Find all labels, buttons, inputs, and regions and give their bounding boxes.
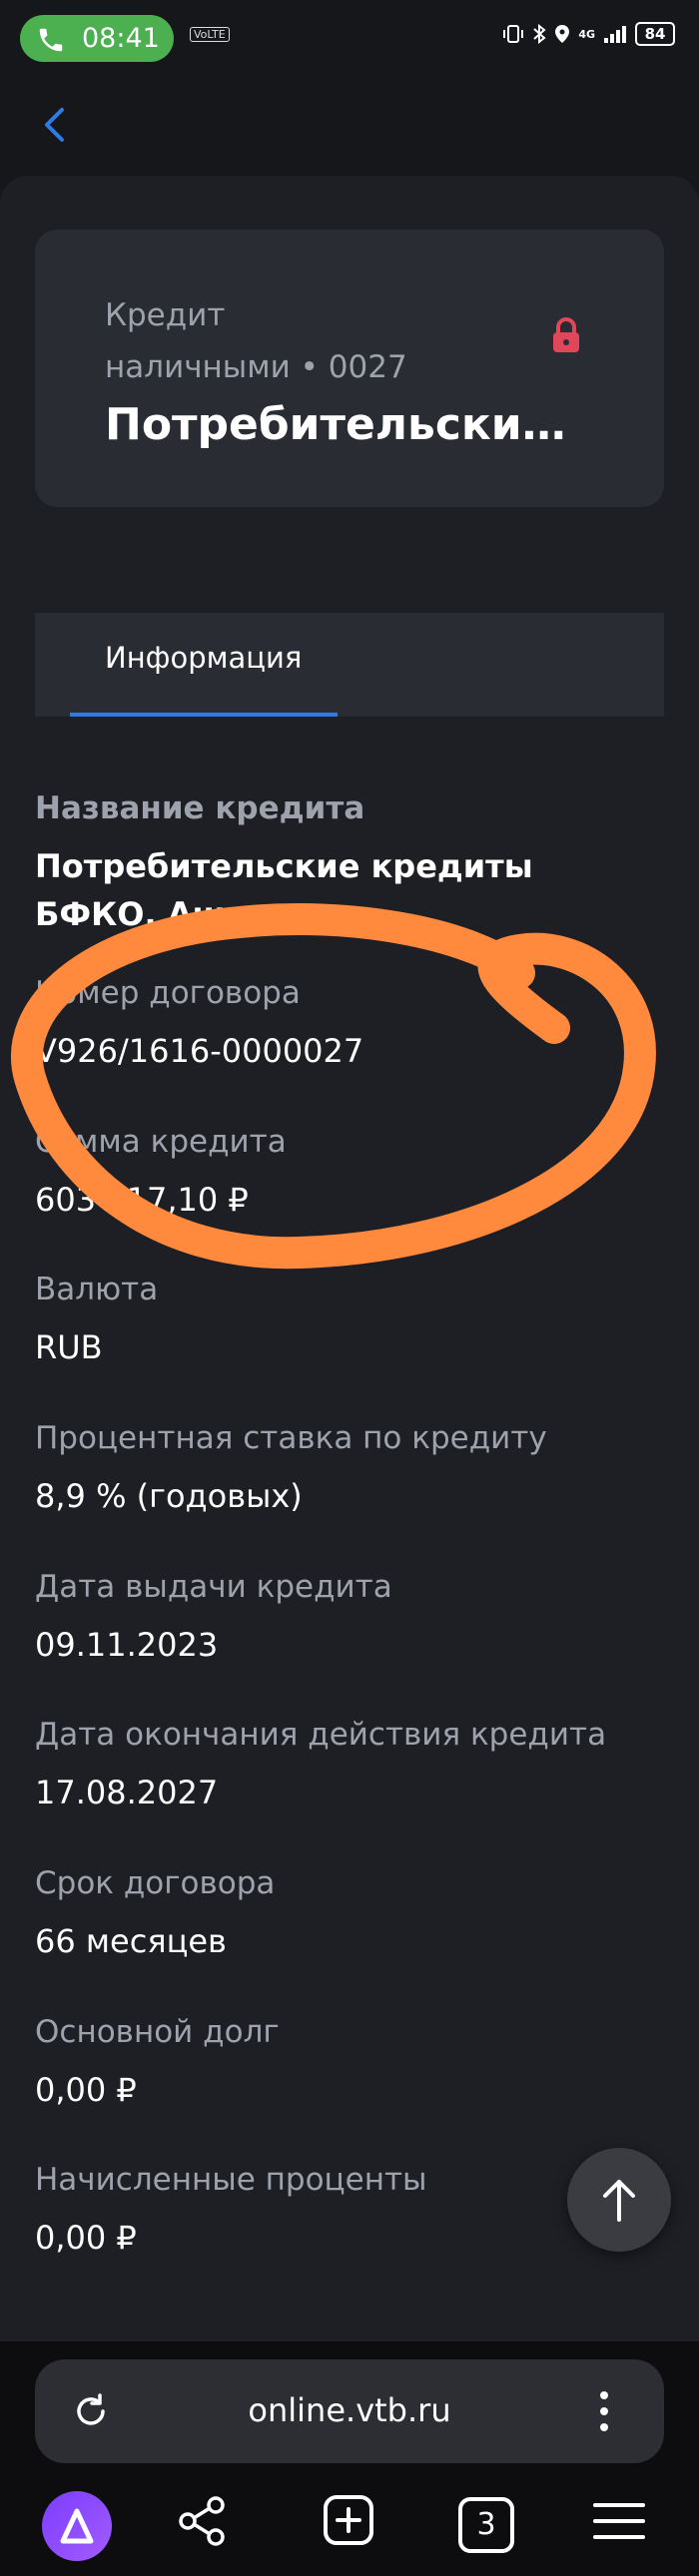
field-value: 09.11.2023: [35, 1626, 219, 1664]
field-principal-debt: Основной долг 0,00 ₽: [35, 2010, 664, 2112]
field-label: Дата окончания действия кредита: [35, 1717, 607, 1753]
status-time: 08:41: [82, 23, 160, 54]
volte-badge: VoLTE: [190, 27, 230, 42]
plus-square-icon: [324, 2495, 373, 2545]
product-name: Потребительские кредиты БФКО. Аннуитет: [105, 399, 574, 450]
field-issue-date: Дата выдачи кредита 09.11.2023: [35, 1565, 664, 1667]
field-label: Основной долг: [35, 2014, 280, 2050]
arrow-up-icon: [603, 2180, 635, 2222]
alice-assistant-button[interactable]: [42, 2491, 112, 2561]
tab-information[interactable]: Информация: [70, 613, 338, 717]
chevron-left-icon: [45, 108, 64, 142]
browser-toolbar: online.vtb.ru 3: [0, 2341, 699, 2576]
field-label: Срок договора: [35, 1865, 276, 1901]
vibrate-icon: [503, 25, 524, 43]
content-sheet: Кредит наличными • 0027 Потребительские …: [0, 176, 699, 2341]
browser-bottom-nav: 3: [0, 2491, 699, 2571]
status-bar: 08:41 VoLTE 4G 84: [0, 0, 699, 70]
network-type: 4G: [578, 27, 595, 41]
field-label: Процентная ставка по кредиту: [35, 1420, 547, 1456]
tab-bar: Информация: [35, 613, 664, 717]
field-label: Номер договора: [35, 975, 301, 1011]
field-value: Потребительские кредиты БФКО. Аннуит...: [35, 847, 533, 933]
menu-button[interactable]: [589, 2491, 669, 2571]
signal-icon: [604, 26, 626, 43]
share-icon: [179, 2496, 225, 2546]
active-tab-indicator: [70, 713, 338, 717]
address-bar[interactable]: online.vtb.ru: [35, 2359, 664, 2463]
status-icons: 4G 84: [502, 22, 675, 46]
field-value: 0,00 ₽: [35, 2219, 137, 2257]
field-currency: Валюта RUB: [35, 1268, 664, 1369]
top-bar: [0, 70, 699, 180]
ongoing-call-pill[interactable]: 08:41: [20, 15, 174, 62]
back-button[interactable]: [30, 100, 80, 150]
product-type: Кредит наличными • 0027: [105, 289, 524, 393]
field-label: Название кредита: [35, 790, 365, 826]
scroll-to-top-button[interactable]: [567, 2148, 671, 2252]
field-value: 603 217,10 ₽: [35, 1181, 249, 1219]
product-card[interactable]: Кредит наличными • 0027 Потребительские …: [35, 230, 664, 507]
field-credit-amount: Сумма кредита 603 217,10 ₽: [35, 1120, 664, 1222]
field-contract-term: Срок договора 66 месяцев: [35, 1861, 664, 1963]
more-vert-icon[interactable]: [594, 2385, 614, 2437]
battery-indicator: 84: [635, 22, 675, 46]
product-type-line1: Кредит: [105, 297, 226, 333]
field-credit-name: Название кредита Потребительские кредиты…: [35, 786, 664, 938]
field-value: 0,00 ₽: [35, 2071, 137, 2109]
hamburger-menu-icon: [593, 2503, 645, 2539]
field-value: V926/1616-0000027: [35, 1032, 364, 1070]
tabs-count-button[interactable]: 3: [458, 2497, 514, 2553]
lock-icon: [553, 317, 579, 352]
alice-icon: [60, 2508, 94, 2544]
url-text: online.vtb.ru: [248, 2391, 451, 2429]
new-tab-button[interactable]: [318, 2491, 397, 2571]
location-icon: [555, 25, 570, 43]
field-interest-rate: Процентная ставка по кредиту 8,9 % (годо…: [35, 1416, 664, 1518]
field-label: Валюта: [35, 1272, 159, 1307]
share-button[interactable]: [172, 2491, 252, 2571]
bluetooth-icon: [533, 24, 546, 44]
phone-icon: [39, 28, 63, 52]
field-value: 66 месяцев: [35, 1922, 227, 1960]
tab-information-label: Информация: [105, 641, 303, 675]
field-value: 17.08.2027: [35, 1774, 219, 1811]
product-type-line2: наличными • 0027: [105, 349, 407, 385]
field-label: Дата выдачи кредита: [35, 1569, 392, 1605]
field-value: 8,9 % (годовых): [35, 1477, 303, 1515]
field-end-date: Дата окончания действия кредита 17.08.20…: [35, 1713, 664, 1814]
field-label: Сумма кредита: [35, 1124, 287, 1160]
field-contract-number: Номер договора V926/1616-0000027: [35, 971, 664, 1073]
field-value: RUB: [35, 1328, 103, 1366]
